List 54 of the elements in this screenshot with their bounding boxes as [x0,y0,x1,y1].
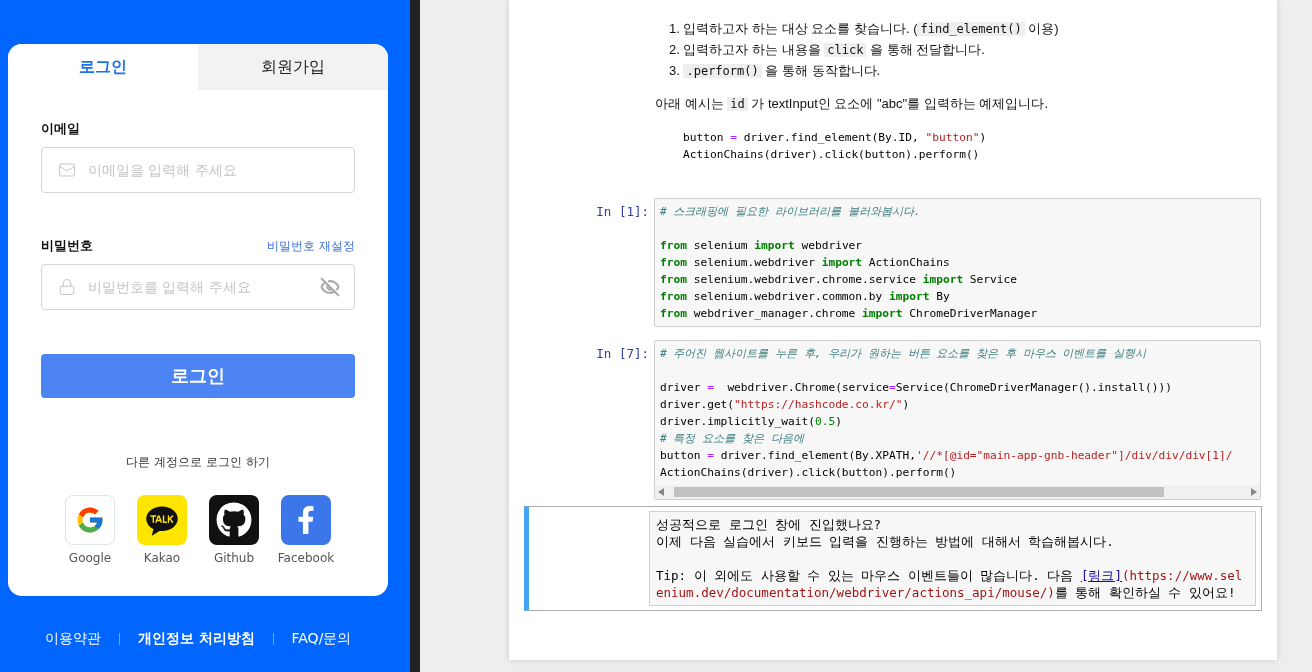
paragraph: 성공적으로 로그인 창에 진입했나요? [656,516,883,533]
login-button[interactable]: 로그인 [41,354,355,398]
list-item: 3. .perform() 을 통해 동작합니다. [669,62,882,80]
password-field[interactable]: 비밀번호를 입력해 주세요 [41,264,355,310]
google-logo-icon[interactable] [65,495,115,545]
field-label: 비밀번호 [41,237,93,255]
code-line: # 특정 요소를 찾은 다음에 [660,431,804,447]
code-line: driver.get("https://hashcode.co.kr/") [660,397,910,413]
code-line: from selenium.webdriver import ActionChains [660,255,950,271]
email-field[interactable]: 이메일을 입력해 주세요 [41,147,355,193]
code-line: # 스크래핑에 필요한 라이브러리를 불러와봅시다. [660,204,921,220]
footer-link[interactable]: 개인정보 처리방침 [137,630,255,648]
social-label: Github [213,551,255,565]
footer-link[interactable]: 이용약관 [44,630,101,648]
link[interactable]: [링크] [1080,568,1122,583]
reset-password-link[interactable]: 비밀번호 재설정 [267,237,355,255]
code-line: button = driver.find_element(By.ID, "button") [683,130,987,146]
cell-prompt: In [1]: [595,204,650,221]
lock-icon [58,278,76,296]
login-tab[interactable]: 회원가입 [198,44,388,90]
code-line: # 주어진 웹사이트를 누른 후, 우리가 원하는 버튼 요소를 찾은 후 마우스 이벤트를 실행시 [660,346,1147,362]
code-line: ActionChains(driver).click(button).perform() [683,147,980,163]
code-line: driver = webdriver.Chrome(service=Service(ChromeDriverManager().install())) [660,380,1172,396]
horizontal-scrollbar[interactable] [655,485,1260,499]
envelope-icon [58,161,76,179]
paragraph: 이제 다음 실습에서 키보드 입력을 진행하는 방법에 대해서 학습해봅시다. [656,533,1115,550]
list-item: 1. 입력하고자 하는 대상 요소를 찾습니다. ( find_element() 이용) [669,20,1060,38]
social-label: Google [68,551,112,565]
cell-prompt: In [7]: [595,346,650,363]
code-line: from webdriver_manager.chrome import ChromeDriverManager [660,306,1038,322]
password-input[interactable]: 비밀번호를 입력해 주세요 [86,278,310,296]
code-line: from selenium import webdriver [660,238,863,254]
scroll-right-arrow-icon[interactable] [1251,488,1257,496]
email-input[interactable]: 이메일을 입력해 주세요 [86,161,340,179]
speech-bubble-icon[interactable] [137,495,187,545]
markdown-cell[interactable]: 성공적으로 로그인 창에 진입했나요? 이제 다음 실습에서 키보드 입력을 진행하는 방법에 대해서 학습해봅시다. Tip: 이 외에도 사용할 수 있는 마우스 이벤트들이 많습니다. 다음 [링크](https://www.selenium.dev/documentation/webdriver/actions_api/mouse/)를 통해 확인하실 수 있어요! [524,506,1262,611]
cat-logo-icon[interactable] [209,495,259,545]
code-cell[interactable] [654,340,1261,500]
other-login-title: 다른 계정으로 로그인 하기 [125,454,271,471]
field-label: 이메일 [41,120,80,138]
f-logo-icon[interactable] [281,495,331,545]
list-item: 2. 입력하고자 하는 내용을 click 을 통해 전달합니다. [669,41,986,59]
code-line: driver.implicitly_wait(0.5) [660,414,842,430]
social-label: Kakao [143,551,181,565]
social-label: Facebook [277,551,335,565]
paragraph: Tip: 이 외에도 사용할 수 있는 마우스 이벤트들이 많습니다. 다음 [링크](https://www.selenium.dev/documentation/webdriver/actions_api/mouse/)를 통해 확인하실 수 있어요! [656,567,1244,601]
scroll-left-arrow-icon[interactable] [658,488,664,496]
code-line: button = driver.find_element(By.XPATH,'//*[@id="main-app-gnb-header"]/div/div/div[1]/ [660,448,1233,464]
footer-link[interactable]: FAQ/문의 [291,630,352,648]
code-line: from selenium.webdriver.common.by import By [660,289,950,305]
paragraph: 아래 예시는 id 가 textInput인 요소에 "abc"를 입력하는 예제입니다. [655,95,1050,113]
code-line: from selenium.webdriver.chrome.service import Service [660,272,1017,288]
code-cell[interactable] [654,198,1261,327]
code-line: ActionChains(driver).click(button).perform() [660,465,957,481]
